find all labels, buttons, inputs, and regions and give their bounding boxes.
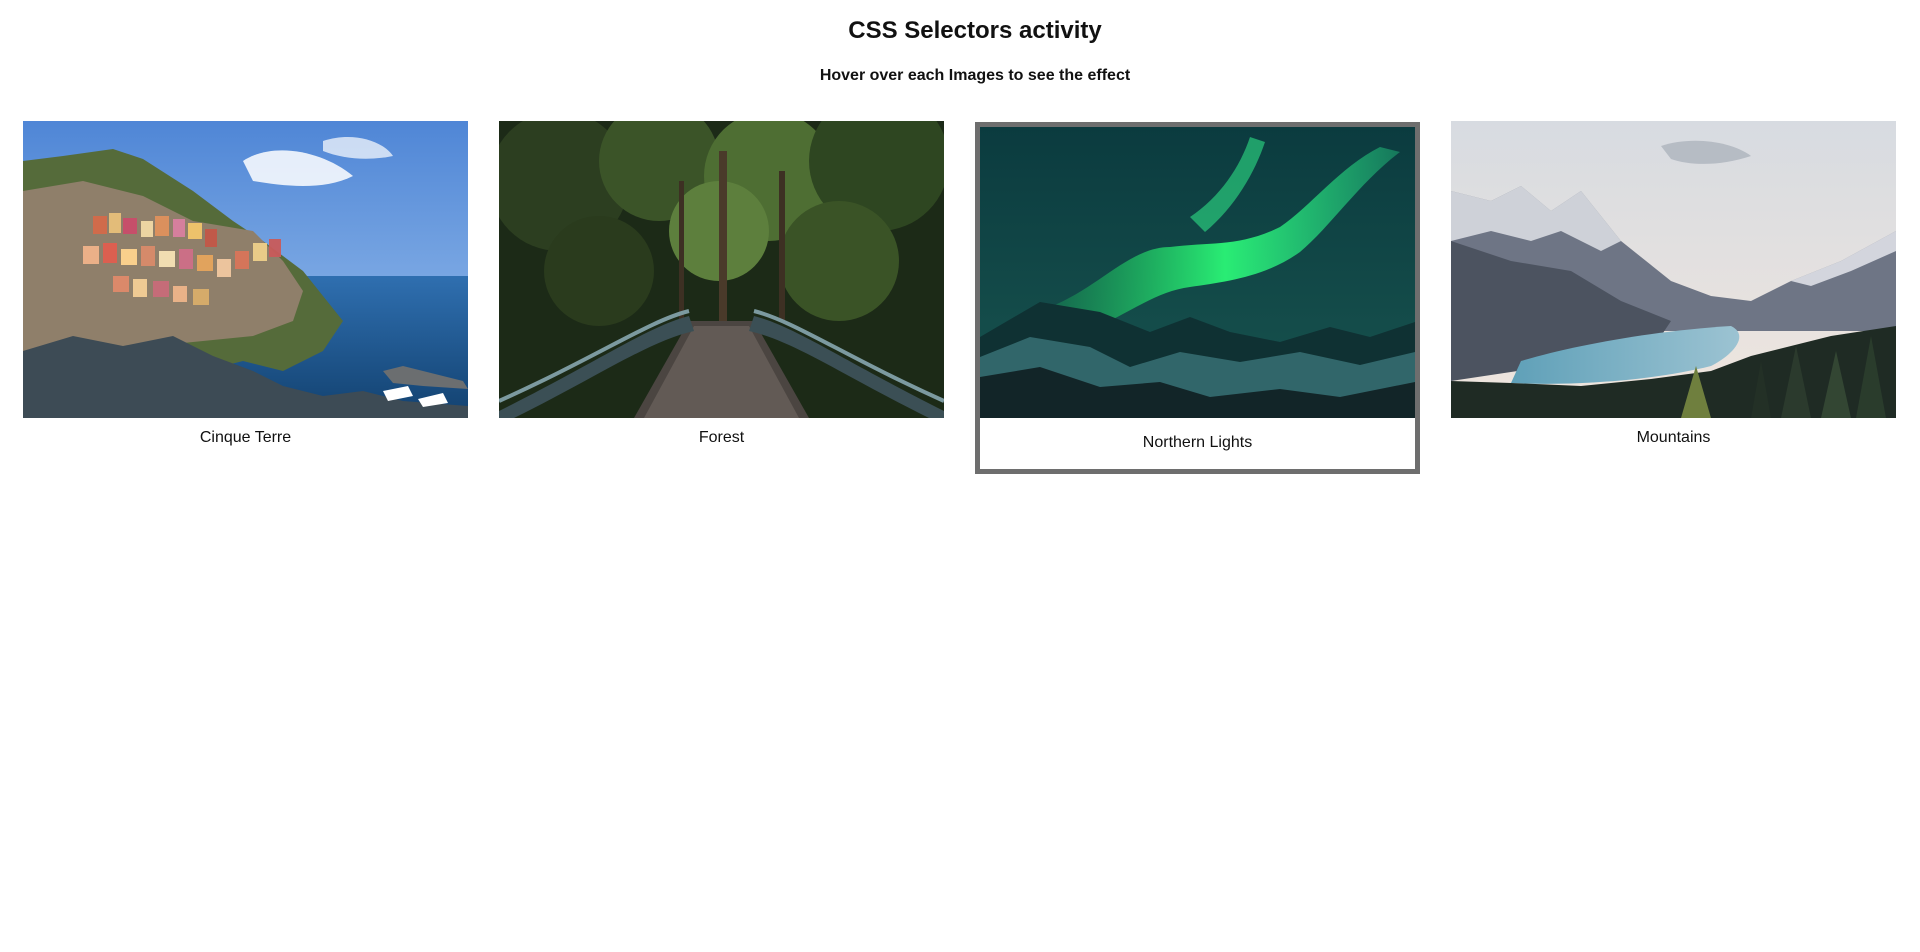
gallery-card-northern-lights[interactable]: Northern Lights [975, 122, 1420, 474]
gallery-card-forest[interactable]: Forest [499, 121, 944, 471]
page-subtitle: Hover over each Images to see the effect [819, 67, 1131, 84]
image-gallery: Cinque Terre Forest Northern Lights Moun… [23, 121, 1903, 481]
gallery-caption: Northern Lights [1142, 434, 1253, 451]
mountain-lake-photo[interactable] [1451, 121, 1896, 418]
gallery-caption: Mountains [1636, 429, 1711, 446]
forest-bridge-photo[interactable] [499, 121, 944, 418]
aurora-photo[interactable] [980, 127, 1415, 418]
gallery-card-cinque-terre[interactable]: Cinque Terre [23, 121, 468, 471]
gallery-caption: Forest [698, 429, 745, 446]
gallery-caption: Cinque Terre [199, 429, 292, 446]
gallery-card-mountains[interactable]: Mountains [1451, 121, 1896, 471]
coastal-village-photo[interactable] [23, 121, 468, 418]
page-title: CSS Selectors activity [848, 17, 1102, 44]
